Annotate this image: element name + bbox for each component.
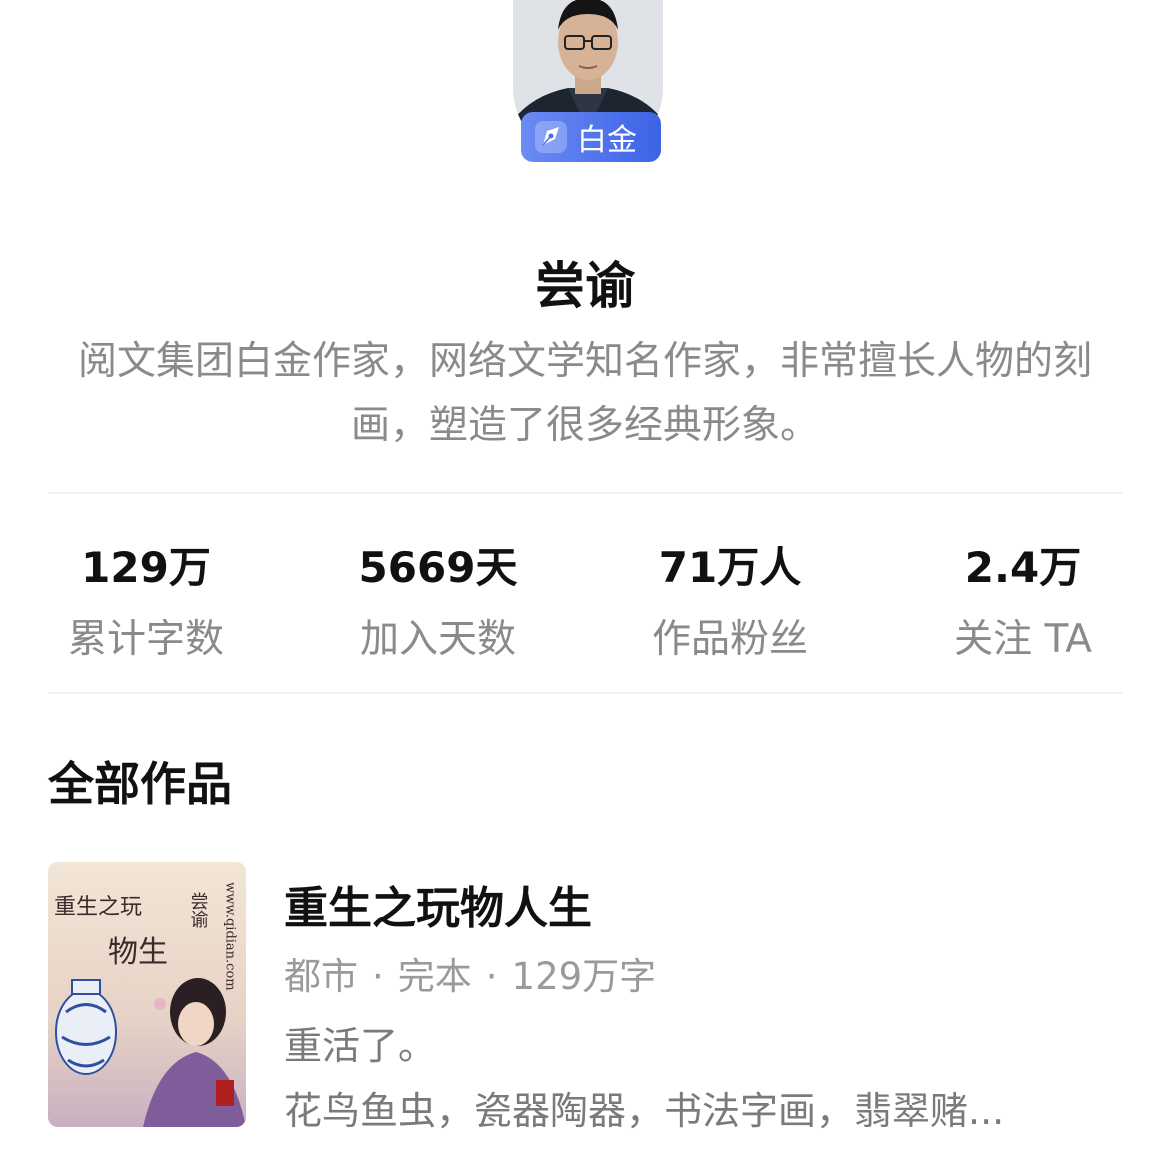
stat-fans: 71万人 作品粉丝 [600,540,860,664]
book-title[interactable]: 重生之玩物人生 [284,872,592,936]
author-name: 尝谕 [535,257,635,315]
stat-days-joined: 5669天 加入天数 [308,540,568,664]
stat-label: 累计字数 [67,617,224,662]
svg-text:尝谕: 尝谕 [188,892,209,929]
meta-separator: · [372,955,384,998]
svg-text:物生: 物生 [108,935,168,970]
svg-text:www.qidian.com: www.qidian.com [223,882,238,991]
section-title-all-works: 全部作品 [48,757,232,811]
stat-follow[interactable]: 2.4万 关注 TA [893,540,1153,664]
book-category: 都市 [284,955,358,998]
book-status: 完本 [397,955,472,998]
cover-title-art: 重生之玩 [54,895,142,920]
author-bio: 阅文集团白金作家，网络文学知名作家，非常擅长人物的刻画，塑造了很多经典形象。 [77,339,1092,448]
divider [48,692,1122,694]
book-list-item[interactable]: 重生之玩 物生 尝谕 www.qidian.com 重生之玩物人生 都市 · 完本 ·… [48,862,1122,1133]
stat-label: 作品粉丝 [651,617,808,662]
divider [48,492,1122,494]
book-tags: 花鸟鱼虫，瓷器陶器，书法字画，翡翠赌... [284,1089,1005,1133]
book-word-count: 129万字 [511,955,657,998]
stat-value: 5669天 [358,543,518,592]
stat-value: 2.4万 [964,543,1082,592]
level-badge-label: 白金 [577,123,637,158]
book-intro: 重活了。 [284,1024,437,1068]
stat-label: 加入天数 [359,617,516,662]
author-stats: 129万 累计字数 5669天 加入天数 71万人 作品粉丝 2.4万 关注 T… [0,540,1170,670]
author-avatar-container[interactable]: 白金 [513,0,663,165]
meta-separator: · [485,955,498,998]
level-badge: 白金 [521,112,661,162]
book-cover[interactable]: 重生之玩 物生 尝谕 www.qidian.com [48,862,246,1127]
book-meta: 都市 · 完本 · 129万字 [284,946,656,1000]
follow-button[interactable]: 关注 TA [893,608,1153,664]
stat-value: 71万人 [658,543,802,592]
stat-value: 129万 [81,543,211,592]
stat-word-count: 129万 累计字数 [16,540,276,664]
pen-nib-icon [535,121,567,153]
